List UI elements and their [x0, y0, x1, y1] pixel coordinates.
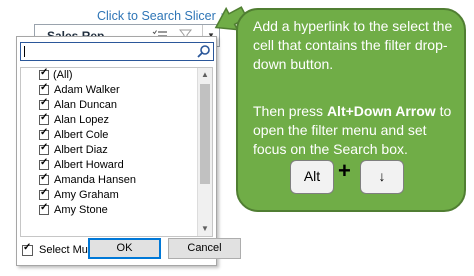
- callout-text-2: Then press Alt+Down Arrow to open the fi…: [253, 102, 458, 159]
- callout-text-2-prefix: Then press: [253, 103, 327, 119]
- list-item[interactable]: Albert Howard: [21, 157, 198, 173]
- list-item-label: Albert Howard: [54, 159, 124, 171]
- list-item[interactable]: Amanda Hansen: [21, 172, 198, 188]
- scrollbar[interactable]: ▲ ▼: [197, 68, 212, 236]
- text-caret: [24, 46, 25, 57]
- callout-text-1: Add a hyperlink to the select the cell t…: [253, 18, 453, 72]
- ok-button[interactable]: OK: [88, 238, 161, 259]
- list-item-label: (All): [53, 69, 73, 81]
- scroll-thumb[interactable]: [200, 84, 210, 184]
- search-input[interactable]: [20, 42, 214, 61]
- filter-list: (All) Adam Walker Alan Duncan Alan Lopez…: [20, 67, 213, 237]
- list-item-label: Adam Walker: [54, 84, 120, 96]
- filter-menu: (All) Adam Walker Alan Duncan Alan Lopez…: [16, 36, 241, 266]
- checkbox[interactable]: [39, 68, 49, 80]
- down-arrow-key: ↓: [360, 160, 404, 194]
- list-item-label: Amy Stone: [54, 204, 108, 216]
- instruction-callout: Add a hyperlink to the select the cell t…: [236, 8, 466, 212]
- list-item-label: Amanda Hansen: [54, 174, 136, 186]
- plus-sign: +: [338, 158, 351, 183]
- list-item[interactable]: Amy Stone: [21, 202, 198, 218]
- list-item[interactable]: Albert Diaz: [21, 142, 198, 158]
- list-item-label: Alan Duncan: [54, 99, 117, 111]
- alt-key: Alt: [290, 160, 334, 194]
- list-item-label: Amy Graham: [54, 189, 119, 201]
- list-item[interactable]: Adam Walker: [21, 82, 198, 98]
- list-item[interactable]: Amy Graham: [21, 187, 198, 203]
- checkbox[interactable]: [39, 172, 49, 185]
- list-item[interactable]: (All): [21, 68, 198, 83]
- search-slicer-link[interactable]: Click to Search Slicer↓: [97, 9, 225, 23]
- scroll-up-icon[interactable]: ▲: [198, 68, 212, 82]
- checkbox[interactable]: [39, 127, 49, 140]
- callout-text-2-shortcut: Alt+Down Arrow: [326, 103, 436, 119]
- checkbox[interactable]: [39, 97, 49, 110]
- checkbox[interactable]: [39, 112, 49, 125]
- cancel-button[interactable]: Cancel: [168, 238, 241, 259]
- list-item-label: Albert Cole: [54, 129, 109, 141]
- search-icon: [197, 45, 210, 58]
- list-item[interactable]: Alan Duncan: [21, 97, 198, 113]
- checkbox[interactable]: [39, 142, 49, 155]
- select-multiple-checkbox[interactable]: [22, 242, 33, 256]
- list-item[interactable]: Albert Cole: [21, 127, 198, 143]
- checkbox[interactable]: [39, 187, 49, 200]
- checkbox[interactable]: [39, 202, 49, 215]
- filter-items: (All) Adam Walker Alan Duncan Alan Lopez…: [21, 68, 198, 236]
- checkbox[interactable]: [39, 82, 49, 95]
- scroll-down-icon[interactable]: ▼: [198, 222, 212, 236]
- checkbox[interactable]: [39, 157, 49, 170]
- list-item-label: Albert Diaz: [54, 144, 108, 156]
- search-slicer-link-text[interactable]: Click to Search Slicer: [97, 9, 216, 23]
- list-item[interactable]: Alan Lopez: [21, 112, 198, 128]
- list-item-label: Alan Lopez: [54, 114, 110, 126]
